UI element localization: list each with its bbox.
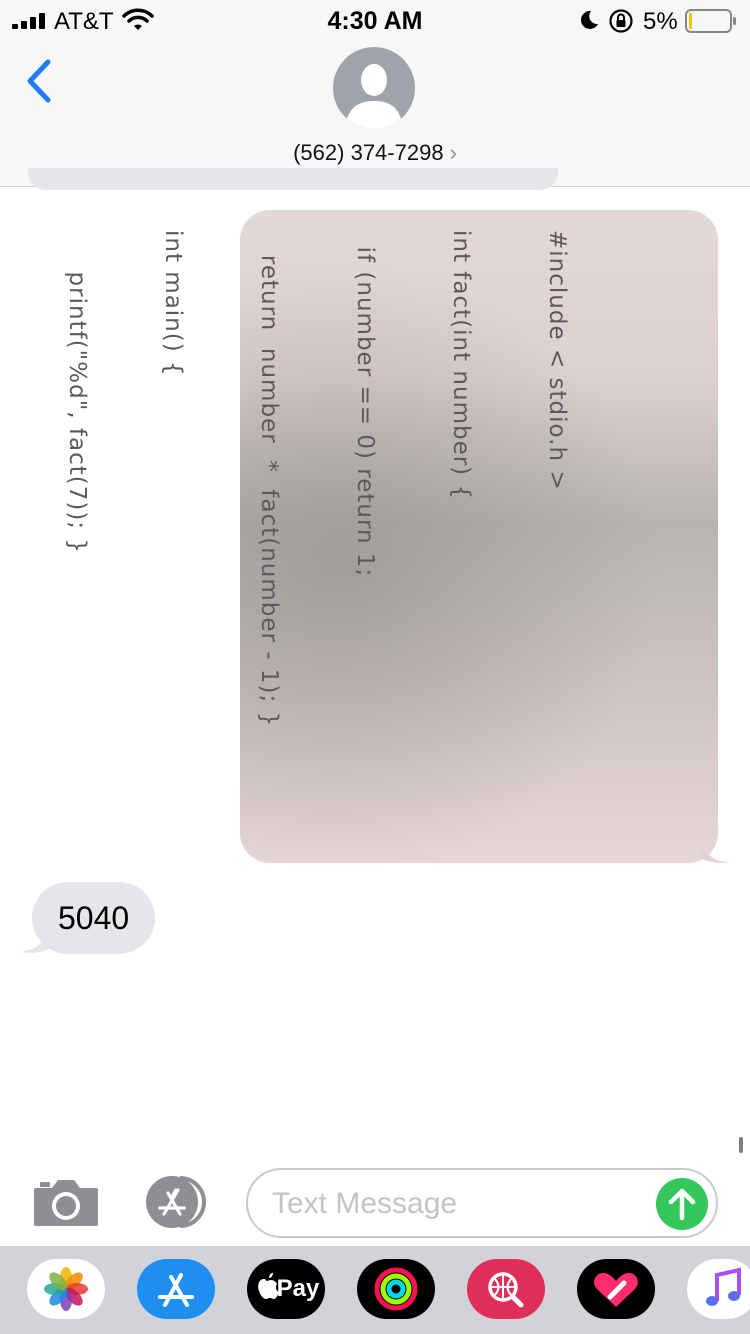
imessage-app-drawer: Pay bbox=[0, 1246, 750, 1334]
code-line: int main() { bbox=[160, 230, 186, 377]
code-line: if (number == 0) return 1; bbox=[352, 230, 378, 578]
activity-app-button[interactable] bbox=[357, 1259, 435, 1319]
contact-number: (562) 374-7298 bbox=[293, 140, 444, 165]
app-store-icon bbox=[158, 1273, 194, 1307]
contact-chevron-icon: › bbox=[449, 140, 457, 165]
web-search-icon bbox=[488, 1272, 524, 1308]
music-icon bbox=[706, 1267, 741, 1306]
battery-percent: 5% bbox=[643, 8, 678, 35]
send-button[interactable] bbox=[656, 1178, 708, 1230]
code-line: return number * fact(number - 1); } bbox=[256, 230, 282, 728]
app-store-app-button[interactable] bbox=[137, 1259, 215, 1319]
photos-app-button[interactable] bbox=[27, 1259, 105, 1319]
photos-icon bbox=[44, 1267, 88, 1311]
scroll-indicator[interactable] bbox=[739, 1137, 743, 1153]
code-line: printf("%d", fact(7)); } bbox=[64, 230, 90, 555]
code-line: #include < stdio.h > bbox=[544, 230, 570, 491]
contact-name[interactable]: (562) 374-7298 › bbox=[0, 140, 750, 166]
status-time: 4:30 AM bbox=[327, 7, 423, 35]
person-silhouette-icon bbox=[345, 64, 403, 129]
app-store-drawer-icon[interactable] bbox=[140, 1174, 212, 1230]
code-line: int fact(int number) { bbox=[448, 230, 474, 501]
arrow-up-icon bbox=[668, 1188, 696, 1221]
message-input[interactable] bbox=[272, 1180, 632, 1228]
message-input-field[interactable] bbox=[246, 1168, 718, 1238]
battery-icon bbox=[685, 9, 736, 33]
camera-icon[interactable] bbox=[32, 1176, 100, 1228]
contact-avatar[interactable] bbox=[333, 47, 415, 129]
web-search-app-button[interactable] bbox=[467, 1259, 545, 1319]
music-app-button[interactable] bbox=[687, 1259, 750, 1319]
previous-message-bubble bbox=[28, 168, 558, 190]
apple-pay-app-button[interactable]: Pay bbox=[247, 1259, 325, 1319]
digital-touch-icon bbox=[594, 1273, 638, 1307]
handwritten-code: #include < stdio.h > int fact(int number… bbox=[29, 230, 637, 727]
back-chevron-icon[interactable] bbox=[22, 58, 56, 104]
sent-bubble-tail bbox=[700, 840, 730, 863]
do-not-disturb-icon bbox=[580, 10, 598, 29]
rotation-lock-icon bbox=[609, 9, 633, 33]
apple-pay-label: Pay bbox=[276, 1275, 320, 1302]
digital-touch-app-button[interactable] bbox=[577, 1259, 655, 1319]
conversation-header: (562) 374-7298 › bbox=[0, 40, 750, 187]
activity-icon bbox=[374, 1267, 418, 1311]
status-bar: AT&T 4:30 AM 5% bbox=[0, 0, 750, 40]
received-message[interactable]: 5040 bbox=[32, 882, 156, 954]
